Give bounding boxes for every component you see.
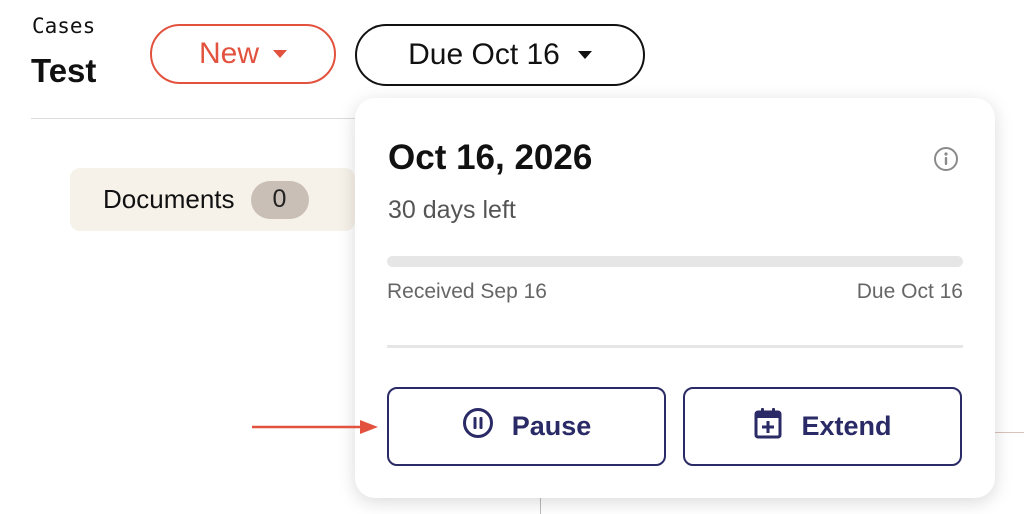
days-left-text: 30 days left <box>388 196 516 224</box>
breadcrumb[interactable]: Cases <box>32 14 95 38</box>
due-date-label-small: Due Oct 16 <box>856 280 963 303</box>
status-label: New <box>198 37 259 70</box>
caret-down-icon <box>273 50 287 58</box>
caret-down-icon <box>577 51 592 59</box>
status-dropdown[interactable]: New <box>150 24 336 84</box>
extend-button-label: Extend <box>801 411 892 441</box>
calendar-plus-icon <box>753 407 783 446</box>
pause-button-label: Pause <box>511 411 592 441</box>
extend-button[interactable]: Extend <box>683 387 962 466</box>
received-date-label: Received Sep 16 <box>387 280 547 303</box>
annotation-arrow <box>252 420 378 434</box>
header-divider <box>31 118 371 119</box>
tab-documents-count: 0 <box>250 180 309 219</box>
page-title: Test <box>31 52 97 89</box>
pause-button[interactable]: Pause <box>387 387 666 466</box>
popover-due-date: Oct 16, 2026 <box>388 138 593 177</box>
due-date-popover: Oct 16, 2026 30 days left Received Sep 1… <box>355 98 995 498</box>
info-icon[interactable] <box>933 146 959 172</box>
tab-documents[interactable]: Documents 0 <box>70 168 355 231</box>
tab-documents-label: Documents <box>103 184 235 214</box>
time-progress-bar <box>387 256 963 267</box>
background-divider <box>995 432 1024 433</box>
popover-divider <box>387 345 963 348</box>
pause-circle-icon <box>462 407 494 446</box>
due-date-label: Due Oct 16 <box>408 38 560 71</box>
due-date-dropdown[interactable]: Due Oct 16 <box>355 24 645 86</box>
